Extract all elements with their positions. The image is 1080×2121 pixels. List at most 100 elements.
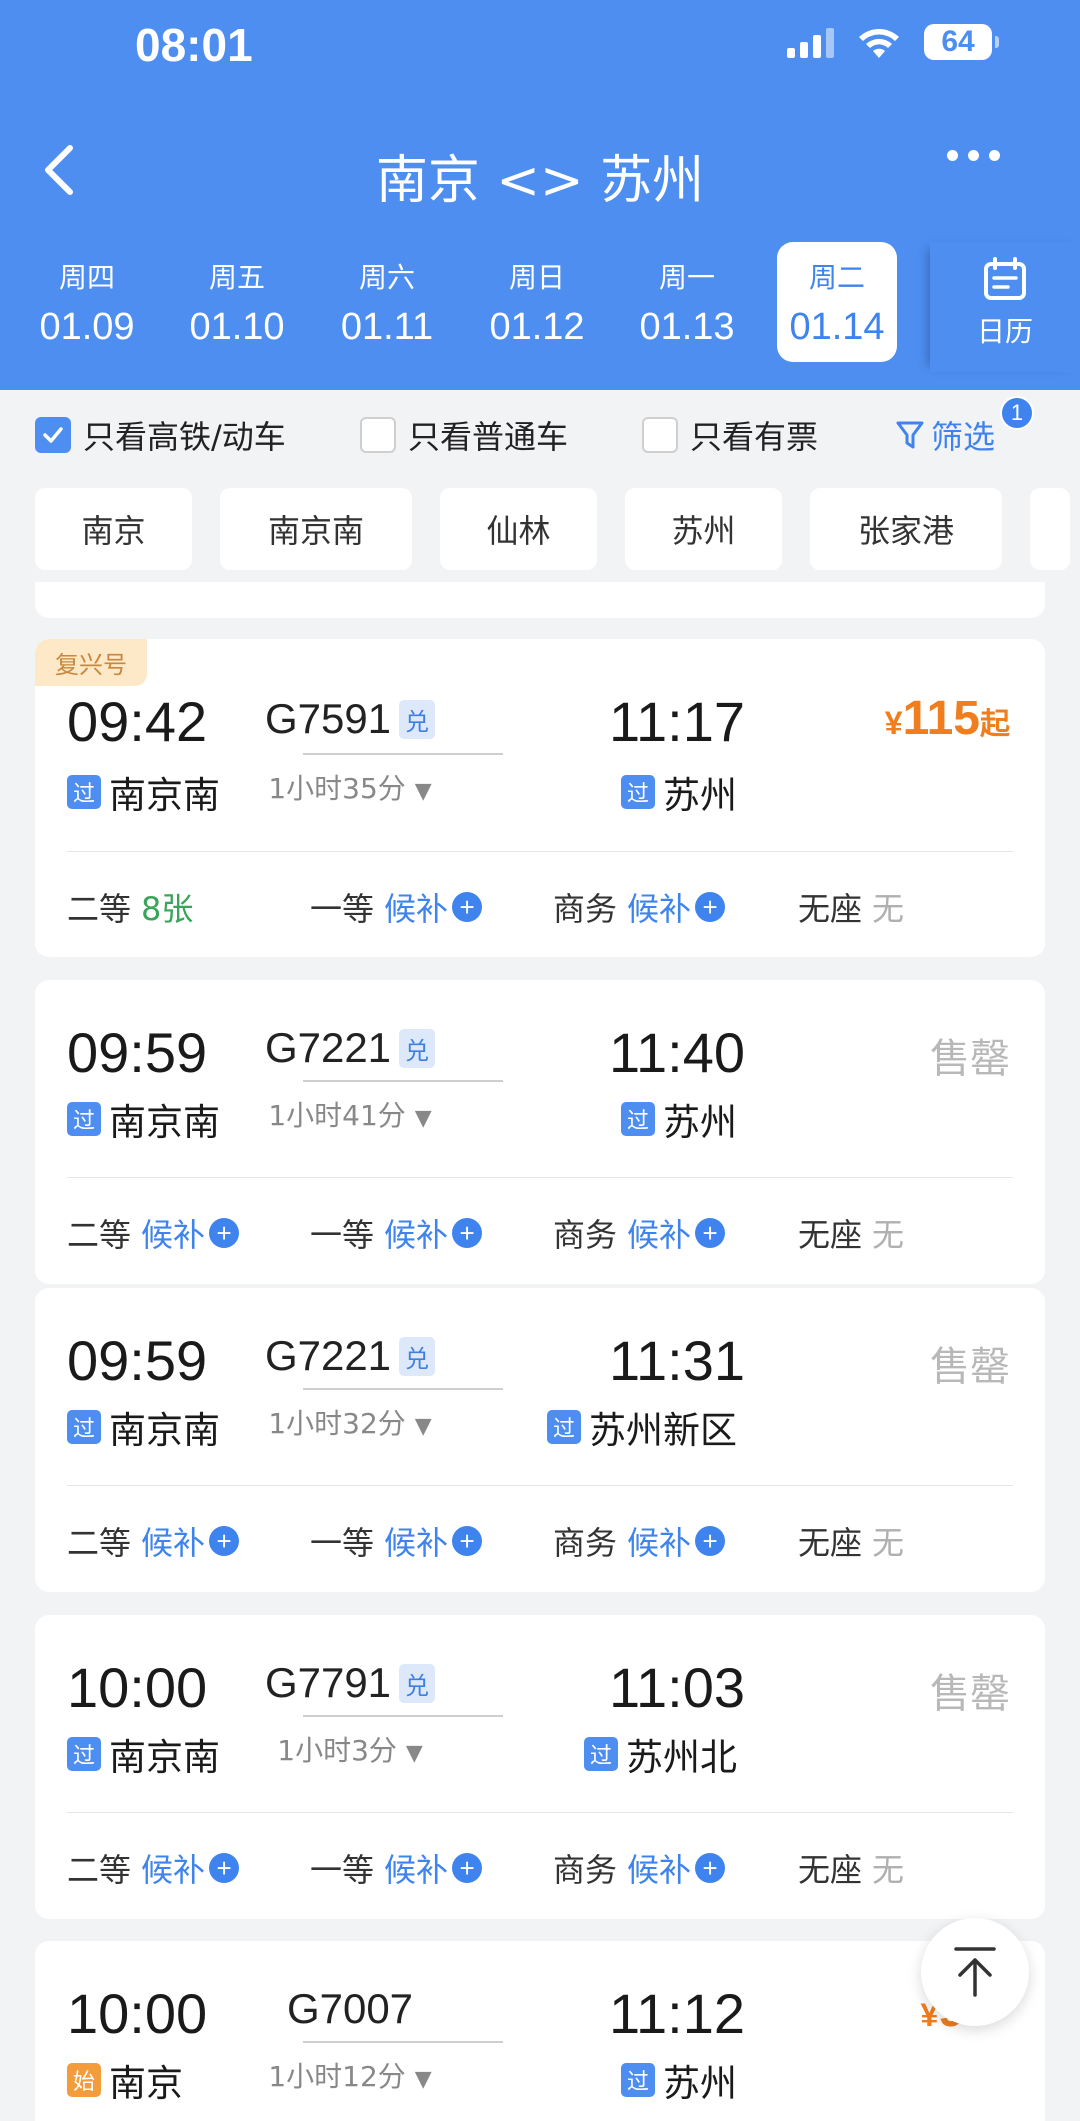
seat-second-class[interactable]: 二等 候补 +: [67, 1210, 240, 1256]
pass-badge: 过: [621, 775, 655, 809]
station-chip[interactable]: 张家港: [810, 488, 1002, 570]
train-card[interactable]: 09:59 过 南京南 G7221 兑 1小时41分 ▼ 11:40 过 苏州 …: [35, 980, 1045, 1284]
plus-icon: +: [209, 1218, 240, 1248]
seat-count: 8张: [141, 890, 194, 928]
screen-button[interactable]: 筛选: [895, 412, 995, 458]
duration[interactable]: 1小时12分 ▼: [230, 2055, 470, 2095]
seat-label: 二等: [67, 1216, 132, 1254]
status-icons: 64: [787, 24, 999, 60]
train-card[interactable]: 复兴号 09:42 过 南京南 G7591 兑 1小时35分 ▼ 11:17 过…: [35, 639, 1045, 957]
date-tab[interactable]: 周六 01.11: [312, 242, 462, 362]
station-chip[interactable]: 苏州: [625, 488, 782, 570]
seat-business-class[interactable]: 商务 候补 +: [553, 1845, 726, 1891]
arrive-station-name: 苏州新区: [589, 1409, 737, 1452]
duration[interactable]: 1小时32分 ▼: [230, 1402, 470, 1442]
back-to-top-button[interactable]: [921, 1918, 1029, 2026]
pass-badge: 过: [621, 1102, 655, 1136]
exchange-badge: 兑: [399, 1663, 436, 1703]
arrow-up-icon: [954, 1947, 996, 1997]
seat-label: 无座: [798, 1851, 863, 1889]
date-weekday: 周四: [58, 261, 115, 294]
seat-business-class[interactable]: 商务 候补 +: [553, 1518, 726, 1564]
checkbox-icon[interactable]: [642, 417, 678, 453]
seat-first-class[interactable]: 一等 候补 +: [310, 1845, 483, 1891]
seat-label: 商务: [553, 1524, 618, 1562]
train-card[interactable]: 10:00 始 南京 G7007 1小时12分 ▼ 11:12 过 苏州 ¥9: [35, 1941, 1045, 2121]
pass-badge: 过: [621, 2063, 655, 2097]
station-chip-partial[interactable]: [1030, 488, 1070, 570]
date-tab[interactable]: 周一 01.13: [612, 242, 762, 362]
seat-first-class[interactable]: 一等 候补 +: [310, 1210, 483, 1256]
seat-no-seat: 无座 无: [798, 1518, 904, 1564]
waitlist-label: 候补: [141, 1216, 206, 1254]
plus-icon: +: [452, 1853, 483, 1883]
date-tab[interactable]: 周四 01.09: [12, 242, 162, 362]
seat-first-class[interactable]: 一等 候补 +: [310, 1518, 483, 1564]
high-speed-filter[interactable]: 只看高铁/动车: [35, 412, 286, 458]
arrive-station-name: 苏州: [663, 1101, 737, 1144]
plus-icon: +: [209, 1526, 240, 1556]
arrive-time: 11:31: [609, 1329, 745, 1392]
depart-station-name: 南京: [109, 2062, 183, 2105]
calendar-button[interactable]: 日历: [930, 242, 1080, 372]
seat-second-class[interactable]: 二等 候补 +: [67, 1845, 240, 1891]
duration-text: 1小时32分: [268, 1407, 406, 1440]
date-value: 01.11: [340, 306, 434, 348]
checkbox-icon[interactable]: [360, 417, 396, 453]
pass-badge: 过: [584, 1737, 618, 1771]
divider: [67, 1485, 1013, 1486]
normal-train-filter[interactable]: 只看普通车: [360, 412, 568, 458]
date-strip: 周四 01.09 周五 01.10 周六 01.11 周日 01.12 周一 0…: [12, 242, 912, 362]
more-icon[interactable]: [947, 150, 1000, 161]
caret-down-icon: ▼: [405, 1741, 423, 1766]
seat-label: 一等: [310, 1524, 375, 1562]
station-chip[interactable]: 南京南: [220, 488, 412, 570]
arrive-station: 过 苏州: [621, 1092, 737, 1146]
train-card[interactable]: 10:00 过 南京南 G7791 兑 1小时3分 ▼ 11:03 过 苏州北 …: [35, 1615, 1045, 1919]
train-card-partial[interactable]: [35, 582, 1045, 618]
price-value: 115: [902, 692, 980, 745]
waitlist-label: 候补: [627, 1851, 692, 1889]
waitlist-label: 候补: [627, 1524, 692, 1562]
seat-label: 无座: [798, 890, 863, 928]
currency-symbol: ¥: [884, 705, 903, 741]
plus-icon: +: [695, 1526, 726, 1556]
date-tab[interactable]: 周日 01.12: [462, 242, 612, 362]
seat-second-class[interactable]: 二等 候补 +: [67, 1518, 240, 1564]
duration[interactable]: 1小时35分 ▼: [230, 767, 470, 807]
seat-none: 无: [872, 890, 905, 928]
caret-down-icon: ▼: [414, 1414, 432, 1439]
checkbox-checked-icon[interactable]: [35, 417, 71, 453]
seat-label: 商务: [553, 1851, 618, 1889]
exchange-badge: 兑: [399, 1336, 436, 1376]
page-title: 南京 <> 苏州: [375, 151, 705, 211]
depart-station: 过 南京南: [67, 1400, 220, 1454]
train-card[interactable]: 09:59 过 南京南 G7221 兑 1小时32分 ▼ 11:31 过 苏州新…: [35, 1288, 1045, 1592]
duration[interactable]: 1小时3分 ▼: [230, 1729, 470, 1769]
seat-no-seat: 无座 无: [798, 884, 904, 930]
depart-station-name: 南京南: [109, 1101, 220, 1144]
depart-station: 过 南京南: [67, 765, 220, 819]
status-time: 08:01: [135, 19, 253, 71]
caret-down-icon: ▼: [414, 779, 432, 804]
station-chip[interactable]: 南京: [35, 488, 192, 570]
station-chip[interactable]: 仙林: [440, 488, 597, 570]
depart-time: 10:00: [67, 1656, 208, 1719]
duration-text: 1小时35分: [268, 772, 406, 805]
seat-first-class[interactable]: 一等 候补 +: [310, 884, 483, 930]
plus-icon: +: [452, 1218, 483, 1248]
available-filter[interactable]: 只看有票: [642, 412, 818, 458]
date-weekday: 周五: [208, 261, 265, 294]
train-number-text: G7221: [264, 1024, 392, 1071]
sold-out-status: 售罄: [930, 1671, 1010, 1717]
date-tab-selected[interactable]: 周二 01.14: [777, 242, 897, 362]
train-number: G7791 兑: [230, 1659, 470, 1707]
pass-badge: 过: [67, 1737, 101, 1771]
seat-business-class[interactable]: 商务 候补 +: [553, 884, 726, 930]
duration-text: 1小时3分: [277, 1734, 397, 1767]
seat-business-class[interactable]: 商务 候补 +: [553, 1210, 726, 1256]
date-tab[interactable]: 周五 01.10: [162, 242, 312, 362]
depart-time: 09:42: [67, 690, 208, 753]
seat-no-seat: 无座 无: [798, 1845, 904, 1891]
duration[interactable]: 1小时41分 ▼: [230, 1094, 470, 1134]
